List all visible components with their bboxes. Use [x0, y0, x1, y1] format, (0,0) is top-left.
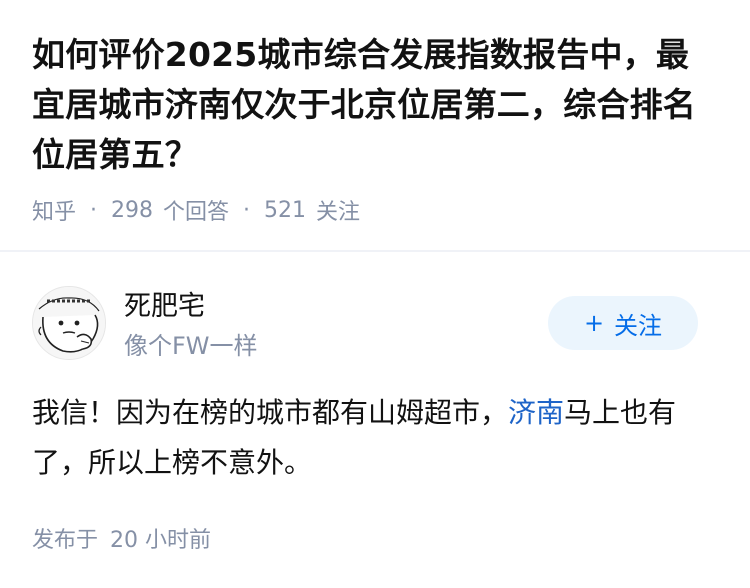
source-label[interactable]: 知乎	[32, 194, 76, 226]
author-bio: 像个FW一样	[124, 332, 258, 360]
cartoon-face-avatar-icon	[33, 287, 105, 359]
plus-icon: +	[583, 309, 605, 337]
answers-label[interactable]: 个回答	[163, 194, 229, 226]
follow-button[interactable]: + 关注	[548, 296, 698, 350]
answer-keyword-link[interactable]: 济南	[508, 396, 564, 429]
question-title[interactable]: 如何评价2025城市综合发展指数报告中，最宜居城市济南仅次于北京位居第二，综合排…	[32, 30, 722, 180]
posted-info: 发布于 20 小时前	[32, 522, 211, 554]
section-divider	[0, 250, 750, 252]
answer-content: 我信！因为在榜的城市都有山姆超市，济南马上也有了，所以上榜不意外。	[32, 388, 718, 488]
author-row: 死肥宅 像个FW一样 + 关注	[32, 282, 718, 362]
followers-label[interactable]: 关注	[316, 194, 360, 226]
question-meta: 知乎 · 298 个回答 · 521 关注	[32, 194, 722, 226]
meta-separator: ·	[243, 197, 251, 223]
question-header: 如何评价2025城市综合发展指数报告中，最宜居城市济南仅次于北京位居第二，综合排…	[32, 30, 722, 226]
answers-count: 298	[111, 197, 154, 223]
answer-text-before: 我信！因为在榜的城市都有山姆超市，	[32, 396, 509, 429]
meta-separator: ·	[90, 197, 98, 223]
posted-time: 20 小时前	[110, 528, 212, 553]
posted-label: 发布于	[32, 528, 99, 553]
avatar[interactable]	[32, 286, 106, 360]
followers-count: 521	[264, 197, 307, 223]
follow-button-label: 关注	[614, 311, 663, 340]
author-name[interactable]: 死肥宅	[124, 284, 205, 323]
